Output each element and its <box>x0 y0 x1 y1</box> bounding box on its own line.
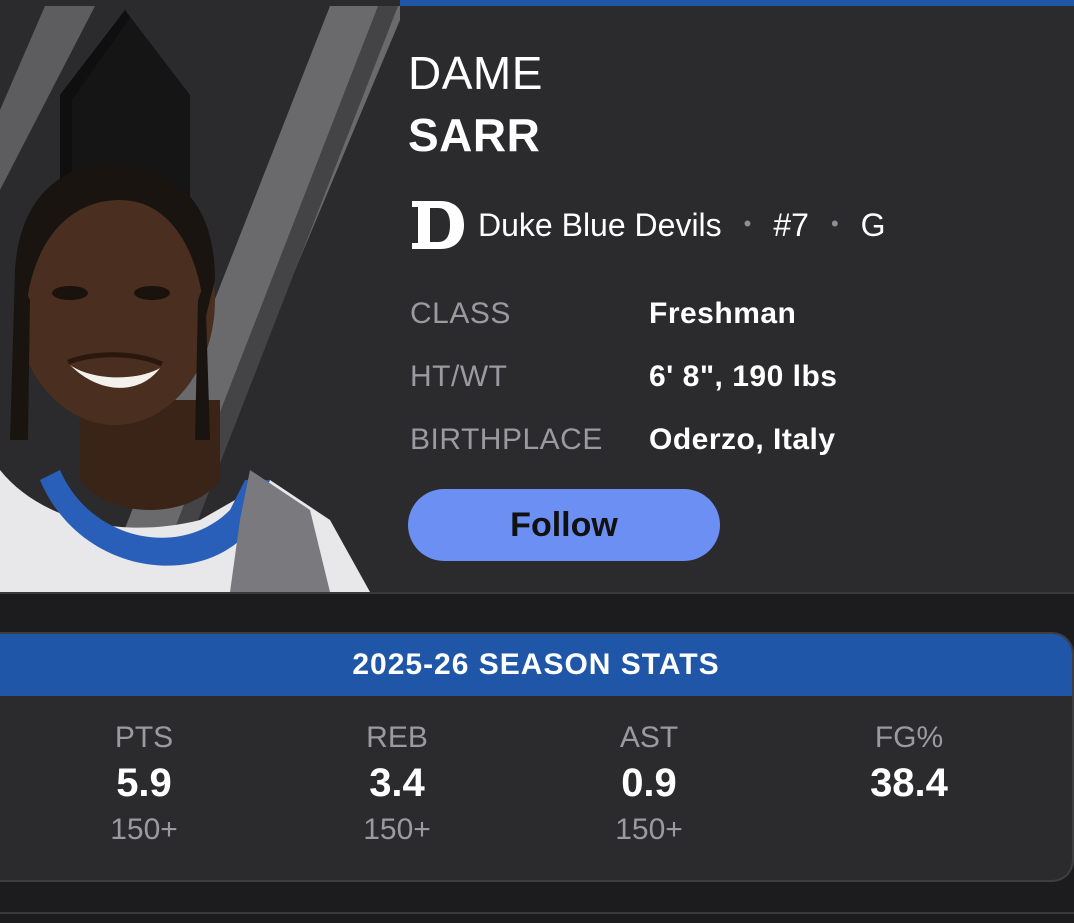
stat-ast: AST 0.9 150+ <box>549 718 749 852</box>
stat-label: PTS <box>114 721 174 754</box>
stat-pts: PTS 5.9 150+ <box>44 718 244 852</box>
player-photo <box>0 0 400 592</box>
season-stats-card: 2025-26 SEASON STATS PTS 5.9 150+ REB 3.… <box>0 632 1074 882</box>
stat-reb: REB 3.4 150+ <box>297 718 497 852</box>
player-profile-page: DAME SARR Duke Blue Devils • #7 • G CLAS… <box>0 0 1074 923</box>
player-info-table: CLASS Freshman HT/WT 6' 8", 190 lbs BIRT… <box>410 282 837 471</box>
info-value: Oderzo, Italy <box>649 422 836 456</box>
stat-rank: 150+ <box>363 813 431 846</box>
player-position: G <box>860 206 886 243</box>
team-name[interactable]: Duke Blue Devils <box>478 207 722 244</box>
stat-rank: 150+ <box>110 813 178 846</box>
stat-value: 5.9 <box>116 761 172 805</box>
player-last-name: SARR <box>408 109 541 161</box>
follow-button[interactable]: Follow <box>408 489 720 561</box>
team-info-row: Duke Blue Devils • #7 • G <box>410 198 886 252</box>
info-value: 6' 8", 190 lbs <box>649 359 838 393</box>
duke-d-logo-icon[interactable] <box>410 199 466 251</box>
player-header-card: DAME SARR Duke Blue Devils • #7 • G CLAS… <box>0 0 1074 592</box>
info-row-height-weight: HT/WT 6' 8", 190 lbs <box>410 345 837 408</box>
stat-value: 3.4 <box>369 761 425 805</box>
season-stats-title: 2025-26 SEASON STATS <box>0 634 1072 696</box>
player-first-name: DAME <box>408 47 543 99</box>
info-value: Freshman <box>649 296 797 330</box>
stat-label: REB <box>366 721 428 754</box>
section-divider <box>0 592 1074 594</box>
stat-fg-pct: FG% 38.4 <box>809 718 1009 852</box>
separator-dot: • <box>743 211 752 236</box>
stat-rank: 150+ <box>615 813 683 846</box>
bottom-divider <box>0 912 1074 914</box>
info-label: HT/WT <box>410 359 508 393</box>
info-row-birthplace: BIRTHPLACE Oderzo, Italy <box>410 408 837 471</box>
stat-label: FG% <box>874 721 944 754</box>
info-row-class: CLASS Freshman <box>410 282 837 345</box>
info-label: CLASS <box>410 296 511 330</box>
info-label: BIRTHPLACE <box>410 422 603 456</box>
separator-dot: • <box>830 211 839 236</box>
stat-value: 38.4 <box>870 761 948 805</box>
stat-label: AST <box>619 721 679 754</box>
jersey-number: #7 <box>773 206 809 243</box>
stat-value: 0.9 <box>621 761 677 805</box>
stats-grid: PTS 5.9 150+ REB 3.4 150+ AST 0.9 150+ F… <box>0 696 1072 880</box>
